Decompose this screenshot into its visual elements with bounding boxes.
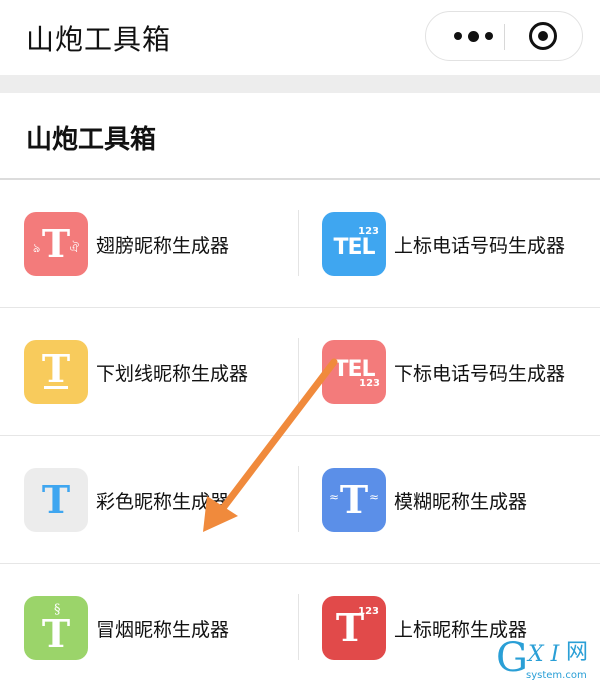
capsule-separator [504, 24, 505, 50]
tool-item-smoke-nickname[interactable]: § T 冒烟昵称生成器 [24, 564, 314, 692]
tel-subscript-icon: TEL 123 [322, 340, 386, 404]
column-divider [298, 338, 299, 404]
tool-label: 彩色昵称生成器 [96, 490, 230, 513]
tool-grid: ঌ T ঐ 翅膀昵称生成器 TEL 123 上标电话号码生成器 T 下划线昵称生… [0, 180, 600, 692]
underline-t-icon: T [24, 340, 88, 404]
mini-program-capsule [425, 11, 583, 61]
tool-label: 上标电话号码生成器 [394, 234, 566, 257]
blur-t-icon: ≈ T ≈ [322, 468, 386, 532]
tool-row: T 彩色昵称生成器 ≈ T ≈ 模糊昵称生成器 [0, 436, 600, 564]
tool-item-color-nickname[interactable]: T 彩色昵称生成器 [24, 436, 314, 564]
color-t-icon: T [24, 468, 88, 532]
smoke-t-icon: § T [24, 596, 88, 660]
wing-t-icon: ঌ T ঐ [24, 212, 88, 276]
watermark-logo: G X I 网 system.com [496, 635, 589, 681]
superscript-t-icon: T 123 [322, 596, 386, 660]
section-gap [0, 75, 600, 93]
tool-label: 冒烟昵称生成器 [96, 618, 230, 641]
tool-row: ঌ T ঐ 翅膀昵称生成器 TEL 123 上标电话号码生成器 [0, 180, 600, 308]
tool-item-subscript-phone[interactable]: TEL 123 下标电话号码生成器 [322, 308, 600, 436]
nav-title: 山炮工具箱 [26, 23, 172, 56]
column-divider [298, 210, 299, 276]
tool-item-blur-nickname[interactable]: ≈ T ≈ 模糊昵称生成器 [322, 436, 600, 564]
section-title: 山炮工具箱 [26, 125, 157, 155]
tool-item-underline-nickname[interactable]: T 下划线昵称生成器 [24, 308, 314, 436]
tool-label: 下标电话号码生成器 [394, 362, 566, 385]
top-navigation-bar: 山炮工具箱 [0, 0, 600, 75]
tool-item-wing-nickname[interactable]: ঌ T ঐ 翅膀昵称生成器 [24, 180, 314, 308]
tel-superscript-icon: TEL 123 [322, 212, 386, 276]
tool-label: 翅膀昵称生成器 [96, 234, 230, 257]
tool-label: 下划线昵称生成器 [96, 362, 249, 385]
target-circle-icon[interactable] [529, 22, 557, 50]
column-divider [298, 594, 299, 660]
column-divider [298, 466, 299, 532]
tool-label: 模糊昵称生成器 [394, 490, 528, 513]
tool-item-superscript-phone[interactable]: TEL 123 上标电话号码生成器 [322, 180, 600, 308]
tool-row: T 下划线昵称生成器 TEL 123 下标电话号码生成器 [0, 308, 600, 436]
more-dots-icon[interactable] [448, 12, 498, 60]
